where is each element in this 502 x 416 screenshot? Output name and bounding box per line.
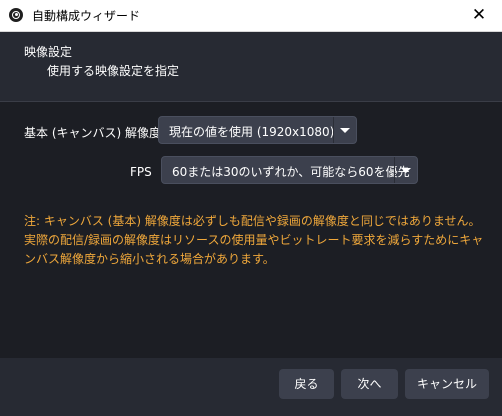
close-icon[interactable]: ✕ (456, 0, 502, 31)
fps-select-value: 60または30のいずれか、可能なら60を優先 (172, 165, 410, 179)
chevron-down-icon[interactable] (333, 117, 356, 143)
resolution-select[interactable]: 現在の値を使用 (1920x1080) (158, 116, 357, 144)
obs-logo-icon (9, 8, 23, 22)
chevron-down-icon[interactable] (394, 157, 417, 183)
fps-label: FPS (130, 165, 152, 179)
button-bar: 戻る 次へ キャンセル (0, 358, 502, 416)
settings-panel: 基本 (キャンバス) 解像度 現在の値を使用 (1920x1080) FPS 6… (0, 102, 502, 358)
title-bar: 自動構成ウィザード ✕ (0, 0, 502, 32)
window-title: 自動構成ウィザード (32, 9, 141, 23)
back-button[interactable]: 戻る (279, 369, 334, 399)
page-header: 映像設定 使用する映像設定を指定 (0, 32, 502, 102)
fps-select[interactable]: 60または30のいずれか、可能なら60を優先 (161, 156, 418, 184)
wizard-window: 自動構成ウィザード ✕ 映像設定 使用する映像設定を指定 基本 (キャンバス) … (0, 0, 502, 416)
next-button[interactable]: 次へ (341, 369, 398, 399)
page-subtitle: 使用する映像設定を指定 (47, 64, 180, 78)
resolution-label: 基本 (キャンバス) 解像度 (24, 126, 161, 140)
cancel-button[interactable]: キャンセル (405, 369, 489, 399)
resolution-select-value: 現在の値を使用 (1920x1080) (169, 125, 335, 139)
page-title: 映像設定 (24, 45, 73, 59)
resolution-note: 注: キャンバス (基本) 解像度は必ずしも配信や録画の解像度と同じではありませ… (24, 214, 484, 266)
